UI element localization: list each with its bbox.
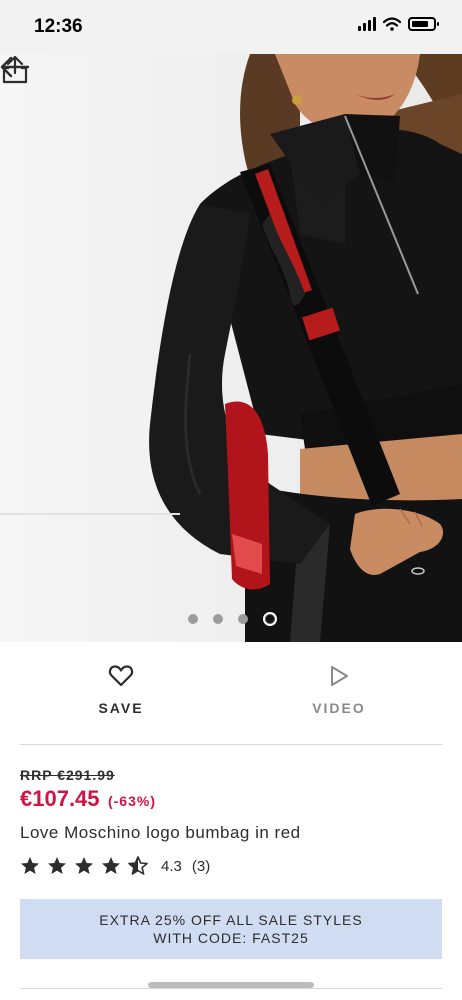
- product-rating[interactable]: 4.3 (3): [20, 856, 210, 876]
- home-indicator: [148, 982, 314, 988]
- rating-value: 4.3: [161, 857, 182, 875]
- promo-banner[interactable]: EXTRA 25% OFF ALL SALE STYLES WITH CODE:…: [20, 899, 442, 959]
- carousel-dot-active[interactable]: [263, 612, 277, 626]
- share-icon[interactable]: [0, 54, 30, 86]
- video-button[interactable]: VIDEO: [279, 664, 399, 716]
- star-icon: [102, 857, 120, 874]
- star-icon: [75, 857, 93, 874]
- promo-line-2: WITH CODE: FAST25: [153, 930, 309, 946]
- review-count: (3): [191, 857, 211, 875]
- divider: [20, 744, 442, 745]
- price-row: €107.45 (-63%): [20, 786, 156, 812]
- battery-icon: [408, 17, 439, 31]
- carousel-dot[interactable]: [213, 614, 223, 624]
- sale-price: €107.45: [20, 786, 100, 811]
- carousel-dot[interactable]: [188, 614, 198, 624]
- status-time: 12:36: [34, 16, 83, 37]
- star-icon: [21, 857, 39, 874]
- heart-icon: [108, 665, 134, 687]
- status-icons: [358, 17, 439, 31]
- product-image-carousel[interactable]: [0, 54, 462, 642]
- promo-line-1: EXTRA 25% OFF ALL SALE STYLES: [99, 912, 363, 928]
- half-star-icon: [128, 856, 148, 875]
- rrp-price: RRP €291.99: [20, 767, 115, 783]
- product-title: Love Moschino logo bumbag in red: [20, 823, 301, 842]
- status-bar: 12:36: [0, 0, 462, 54]
- wifi-icon: [383, 17, 401, 31]
- save-button[interactable]: SAVE: [61, 664, 181, 716]
- product-photo: [0, 54, 462, 642]
- discount-percent: (-63%): [107, 793, 156, 809]
- star-icon: [48, 857, 66, 874]
- cellular-signal-icon: [358, 17, 376, 31]
- save-label: SAVE: [98, 700, 144, 716]
- carousel-dot[interactable]: [238, 614, 248, 624]
- product-actions: SAVE VIDEO: [0, 642, 462, 746]
- carousel-pagination[interactable]: [188, 612, 277, 626]
- play-icon: [331, 666, 348, 686]
- divider: [20, 988, 442, 989]
- video-label: VIDEO: [312, 700, 366, 716]
